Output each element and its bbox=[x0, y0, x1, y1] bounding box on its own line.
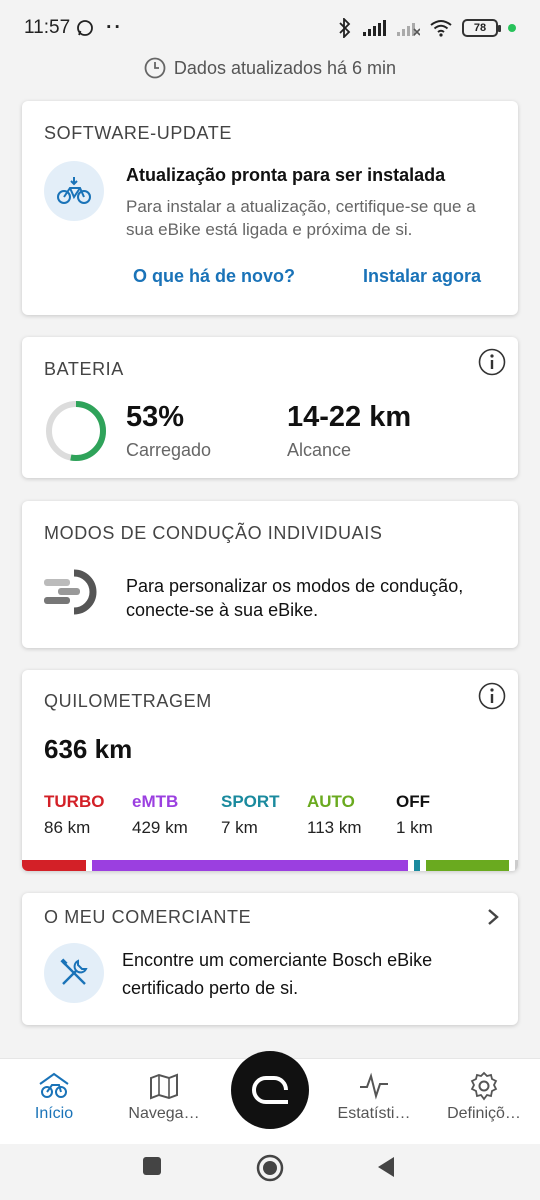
software-update-card: SOFTWARE-UPDATE Atualização pronta para … bbox=[22, 101, 518, 315]
mode-km: 113 km bbox=[307, 818, 362, 837]
nav-navigation-label: Navega… bbox=[128, 1105, 200, 1122]
update-description: Para instalar a atualização, certifique-… bbox=[126, 197, 476, 239]
mode-auto: AUTO 113 km bbox=[307, 792, 362, 838]
mode-name: SPORT bbox=[221, 792, 280, 811]
nav-statistics-label: Estatísti… bbox=[337, 1105, 411, 1122]
software-update-title: SOFTWARE-UPDATE bbox=[44, 123, 232, 143]
mode-name: eMTB bbox=[132, 792, 179, 811]
recent-apps-icon[interactable] bbox=[142, 1156, 162, 1176]
mode-bar-segment bbox=[515, 860, 518, 871]
odometer-info-icon[interactable] bbox=[478, 682, 506, 710]
install-now-button[interactable]: Instalar agora bbox=[363, 266, 481, 287]
gear-icon bbox=[470, 1071, 498, 1101]
mode-sport: SPORT 7 km bbox=[221, 792, 280, 838]
mode-km: 86 km bbox=[44, 818, 91, 837]
back-icon[interactable] bbox=[376, 1156, 396, 1178]
mode-off: OFF 1 km bbox=[396, 792, 433, 838]
signal-icon bbox=[363, 20, 386, 36]
tools-icon bbox=[60, 958, 88, 985]
battery-title: BATERIA bbox=[44, 359, 124, 379]
home-bike-icon bbox=[39, 1072, 69, 1098]
mode-bar-segment bbox=[414, 860, 420, 871]
driving-modes-title: MODOS DE CONDUÇÃO INDIVIDUAIS bbox=[44, 523, 383, 543]
mode-turbo: TURBO 86 km bbox=[44, 792, 104, 838]
notification-dots: ·· bbox=[106, 17, 123, 38]
wifi-icon bbox=[430, 20, 452, 37]
ebike-logo-icon bbox=[252, 1076, 288, 1104]
battery-info-icon[interactable] bbox=[478, 348, 506, 376]
update-headline: Atualização pronta para ser instalada bbox=[126, 165, 446, 185]
odometer-title: QUILOMETRAGEM bbox=[44, 691, 212, 711]
signal-off-icon bbox=[397, 23, 420, 36]
dealer-text: Encontre um comerciante Bosch eBike cert… bbox=[122, 950, 433, 998]
mode-emtb: eMTB 429 km bbox=[132, 792, 188, 838]
mode-km: 7 km bbox=[221, 818, 258, 837]
whatsapp-icon bbox=[77, 20, 94, 36]
driving-modes-card[interactable]: MODOS DE CONDUÇÃO INDIVIDUAIS Para perso… bbox=[22, 501, 518, 648]
driving-mode-icon bbox=[44, 569, 97, 615]
bottom-navigation: Início Navega… Estatísti… Definiçõ… bbox=[0, 1051, 540, 1144]
battery-percent: 53% bbox=[126, 401, 185, 433]
mode-km: 429 km bbox=[132, 818, 188, 837]
clock-icon bbox=[144, 57, 166, 79]
activity-icon bbox=[360, 1072, 388, 1100]
odometer-card[interactable]: QUILOMETRAGEM 636 km TURBO 86 km eMTB 42… bbox=[22, 670, 518, 871]
data-updated-info: Dados atualizados há 6 min bbox=[0, 54, 540, 82]
mode-distribution-bar bbox=[22, 860, 518, 871]
map-icon bbox=[150, 1073, 178, 1100]
mode-km: 1 km bbox=[396, 818, 433, 837]
my-dealer-card[interactable]: O MEU COMERCIANTE Encontre um comerciant… bbox=[22, 893, 518, 1025]
bike-download-icon-wrap bbox=[44, 161, 104, 221]
mode-name: AUTO bbox=[307, 792, 355, 811]
ebike-connect-button[interactable] bbox=[231, 1051, 309, 1129]
battery-level-icon: 78 bbox=[462, 19, 501, 37]
status-time: 11:57 bbox=[24, 17, 71, 38]
battery-card[interactable]: BATERIA 53% Carregado 14-22 km Alcance bbox=[22, 337, 518, 478]
whats-new-link[interactable]: O que há de novo? bbox=[133, 266, 295, 287]
my-dealer-title: O MEU COMERCIANTE bbox=[44, 907, 252, 927]
status-icons: 78 bbox=[338, 18, 516, 38]
driving-modes-text: Para personalizar os modos de condução, … bbox=[126, 576, 464, 620]
mode-bar-segment bbox=[22, 860, 86, 871]
status-time-group: 11:57 bbox=[24, 17, 94, 39]
nav-settings[interactable]: Definiçõ… bbox=[434, 1071, 534, 1123]
nav-statistics[interactable]: Estatísti… bbox=[324, 1071, 424, 1123]
nav-home[interactable]: Início bbox=[4, 1071, 104, 1123]
data-updated-text: Dados atualizados há 6 min bbox=[173, 57, 397, 78]
system-navigation bbox=[0, 1144, 540, 1200]
odometer-total: 636 km bbox=[44, 734, 133, 764]
battery-charged-label: Carregado bbox=[126, 440, 212, 460]
mode-bar-segment bbox=[91, 860, 409, 871]
battery-range-label: Alcance bbox=[287, 440, 352, 460]
mode-name: OFF bbox=[396, 792, 430, 811]
status-bar: 11:57 ·· 78 bbox=[0, 0, 540, 56]
nav-home-label: Início bbox=[34, 1105, 74, 1122]
home-icon[interactable] bbox=[256, 1154, 284, 1182]
chevron-right-icon[interactable] bbox=[486, 907, 500, 927]
nav-navigation[interactable]: Navega… bbox=[114, 1071, 214, 1123]
bike-download-icon bbox=[57, 177, 91, 204]
mode-bar-segment bbox=[425, 860, 510, 871]
mode-name: TURBO bbox=[44, 792, 105, 811]
tools-icon-wrap bbox=[44, 943, 104, 1003]
bluetooth-icon bbox=[339, 18, 351, 38]
nav-settings-label: Definiçõ… bbox=[447, 1105, 521, 1122]
active-dot bbox=[508, 24, 516, 32]
battery-range: 14-22 km bbox=[287, 401, 412, 433]
battery-ring bbox=[46, 401, 106, 461]
